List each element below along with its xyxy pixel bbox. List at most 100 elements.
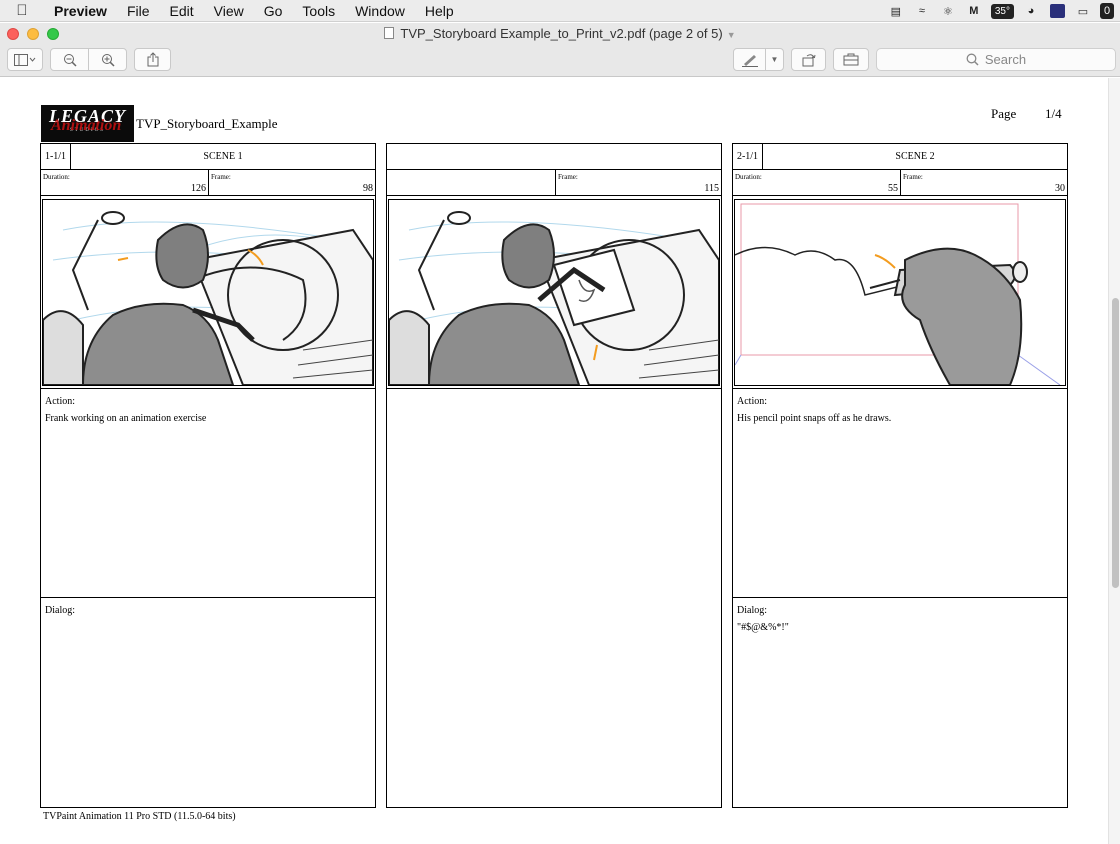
footer-text: TVPaint Animation 11 Pro STD (11.5.0-64 … xyxy=(43,811,236,822)
shot-number: 1-1/1 xyxy=(41,144,71,169)
legacy-studios-logo: LEGACY Animation STUDIOS xyxy=(41,105,134,142)
square-app-icon[interactable] xyxy=(1048,3,1066,19)
frame-label: Frame: xyxy=(558,173,578,181)
storyboard-panel-2: Frame: 115 xyxy=(386,143,722,808)
frame-value: 98 xyxy=(363,183,373,194)
duration-cell: Duration: 55 xyxy=(733,170,901,195)
dialog-section: Dialog: "#$@&%*!" xyxy=(733,598,1067,807)
frame-label: Frame: xyxy=(211,173,231,181)
dialog-section: Dialog: xyxy=(41,598,375,807)
action-label: Action: xyxy=(45,396,75,407)
page-label: Page xyxy=(991,106,1017,121)
panel-header: 1-1/1 SCENE 1 xyxy=(41,144,375,170)
panel-timing: Duration: 55 Frame: 30 xyxy=(733,170,1067,196)
frame-label: Frame: xyxy=(903,173,923,181)
menu-help[interactable]: Help xyxy=(415,0,464,22)
share-button[interactable] xyxy=(134,48,171,71)
vertical-scrollbar[interactable] xyxy=(1108,78,1120,844)
rotate-icon xyxy=(802,54,815,67)
menu-window[interactable]: Window xyxy=(345,0,415,22)
action-section: Action: His pencil point snaps off as he… xyxy=(733,388,1067,598)
window-titlebar: TVP_Storyboard Example_to_Print_v2.pdf (… xyxy=(0,23,1120,45)
sidebar-toggle-button[interactable] xyxy=(7,48,43,71)
storyboard-sketch-1 xyxy=(42,199,374,386)
search-field[interactable]: Search xyxy=(876,48,1116,71)
pen-icon xyxy=(741,54,758,67)
creative-cloud-icon[interactable]: ⚛ xyxy=(939,3,957,19)
chevron-down-icon: ▼ xyxy=(726,30,736,40)
scrollbar-thumb[interactable] xyxy=(1112,298,1119,588)
panel-timing: Frame: 115 xyxy=(387,170,721,196)
storyboard-sketch-2 xyxy=(388,199,720,386)
dialog-text: "#$@&%*!" xyxy=(737,622,789,633)
one-password-icon[interactable]: 0 xyxy=(1100,3,1114,19)
frame-cell: Frame: 30 xyxy=(901,170,1067,195)
menu-view[interactable]: View xyxy=(204,0,254,22)
panel-header: 2-1/1 SCENE 2 xyxy=(733,144,1067,170)
dialog-label: Dialog: xyxy=(45,605,75,616)
menu-bar:  Preview File Edit View Go Tools Window… xyxy=(0,0,1120,22)
apple-menu-icon[interactable]:  xyxy=(0,2,44,19)
duration-cell xyxy=(387,170,555,195)
scene-label: SCENE 2 xyxy=(895,151,935,162)
duration-label: Duration: xyxy=(43,173,70,181)
duration-cell: Duration: 126 xyxy=(41,170,209,195)
frame-value: 30 xyxy=(1055,183,1065,194)
frame-cell: Frame: 98 xyxy=(209,170,375,195)
temperature-badge[interactable]: 35° xyxy=(990,3,1014,19)
sidebar-icon xyxy=(14,53,36,66)
zoom-out-icon xyxy=(63,53,77,67)
window-title[interactable]: TVP_Storyboard Example_to_Print_v2.pdf (… xyxy=(0,26,1120,41)
robot-icon[interactable]: ▤ xyxy=(887,3,905,19)
menu-tools[interactable]: Tools xyxy=(292,0,345,22)
menu-app-preview[interactable]: Preview xyxy=(44,0,117,22)
duration-value: 55 xyxy=(888,183,898,194)
markup-pen-button[interactable] xyxy=(733,48,766,71)
markup-menu-button[interactable]: ▼ xyxy=(765,48,784,71)
menu-file[interactable]: File xyxy=(117,0,160,22)
toolbar: ▼ Search xyxy=(0,45,1120,77)
storyboard-title: TVP_Storyboard_Example xyxy=(136,116,278,131)
pdf-document-icon xyxy=(384,27,395,39)
wifi-icon[interactable]: ≈ xyxy=(913,3,931,19)
shot-number: 2-1/1 xyxy=(733,144,763,169)
toolbox-icon xyxy=(843,53,859,66)
action-label: Action: xyxy=(737,396,767,407)
frame-value: 115 xyxy=(704,183,719,194)
menu-edit[interactable]: Edit xyxy=(160,0,204,22)
logo-script: Animation xyxy=(51,117,122,134)
share-icon xyxy=(147,52,158,67)
frame-cell: Frame: 115 xyxy=(555,170,721,195)
page-number: 1/4 xyxy=(1045,106,1062,121)
status-area: ▤ ≈ ⚛ M 35° ◕ ▭ 0 xyxy=(887,0,1120,22)
panel-timing: Duration: 126 Frame: 98 xyxy=(41,170,375,196)
pdf-page[interactable]: LEGACY Animation STUDIOS TVP_Storyboard_… xyxy=(0,78,1108,844)
window-title-text: TVP_Storyboard Example_to_Print_v2.pdf (… xyxy=(400,26,723,41)
scene-label xyxy=(387,144,721,169)
sync-icon[interactable]: ◕ xyxy=(1022,3,1040,19)
action-text: His pencil point snaps off as he draws. xyxy=(737,413,892,424)
menu-go[interactable]: Go xyxy=(254,0,293,22)
search-placeholder: Search xyxy=(984,52,1027,67)
action-section xyxy=(387,388,721,598)
storyboard-panel-1: 1-1/1 SCENE 1 Duration: 126 Frame: 98 Ac… xyxy=(40,143,376,808)
storyboard-sketch-3 xyxy=(734,199,1066,386)
rotate-button[interactable] xyxy=(791,48,826,71)
dialog-section xyxy=(387,598,721,807)
scene-label: SCENE 1 xyxy=(203,151,243,162)
panel-header xyxy=(387,144,721,170)
zoom-in-icon xyxy=(101,53,115,67)
markup-toolbox-button[interactable] xyxy=(833,48,869,71)
display-icon[interactable]: ▭ xyxy=(1074,3,1092,19)
action-section: Action: Frank working on an animation ex… xyxy=(41,388,375,598)
zoom-out-button[interactable] xyxy=(50,48,89,71)
storyboard-panel-3: 2-1/1 SCENE 2 Duration: 55 Frame: 30 Act… xyxy=(732,143,1068,808)
zoom-in-button[interactable] xyxy=(88,48,127,71)
dialog-label: Dialog: xyxy=(737,605,767,616)
duration-label: Duration: xyxy=(735,173,762,181)
search-icon xyxy=(966,53,979,66)
action-text: Frank working on an animation exercise xyxy=(45,413,207,424)
malwarebytes-icon[interactable]: M xyxy=(965,3,983,19)
chevron-down-icon: ▼ xyxy=(770,55,779,64)
duration-value: 126 xyxy=(191,183,206,194)
